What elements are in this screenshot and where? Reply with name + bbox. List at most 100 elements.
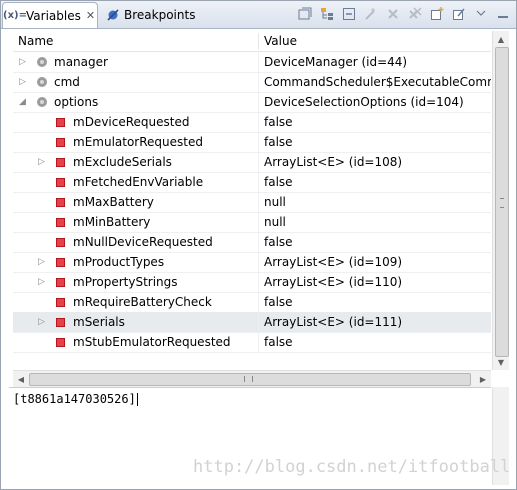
name-cell[interactable]: ▷ cmd	[13, 72, 258, 92]
table-row[interactable]: ▷ mSerials ArrayList<E> (id=111)	[13, 312, 491, 333]
name-cell[interactable]: ▷ mSerials	[13, 312, 258, 332]
table-row[interactable]: mRequireBatteryCheck false	[13, 292, 491, 313]
edit-variable-icon[interactable]	[450, 5, 468, 23]
table-row[interactable]: ▷ manager DeviceManager (id=44)	[13, 52, 491, 73]
close-icon[interactable]: ✕	[86, 9, 95, 22]
variable-value[interactable]: false	[264, 292, 293, 312]
variable-name: mPropertyStrings	[73, 275, 178, 289]
column-divider[interactable]	[258, 33, 259, 49]
private-field-icon	[56, 318, 65, 327]
remove-icon[interactable]	[384, 5, 402, 23]
variable-value[interactable]: false	[264, 332, 293, 352]
table-row[interactable]: mMinBattery null	[13, 212, 491, 233]
variables-icon: (x)=	[3, 10, 27, 21]
private-field-icon	[56, 338, 65, 347]
name-cell[interactable]: mStubEmulatorRequested	[13, 332, 258, 352]
name-cell[interactable]: ▷ mProductTypes	[13, 252, 258, 272]
private-field-icon	[56, 118, 65, 127]
variable-value[interactable]: DeviceSelectionOptions (id=104)	[264, 92, 464, 112]
variable-value[interactable]: ArrayList<E> (id=110)	[264, 272, 402, 292]
name-cell[interactable]: mDeviceRequested	[13, 112, 258, 132]
detail-value-text[interactable]: [t8861a147030526]	[13, 392, 138, 406]
variable-value[interactable]: DeviceManager (id=44)	[264, 52, 407, 72]
tab-breakpoints[interactable]: Breakpoints	[101, 2, 211, 27]
table-row[interactable]: mNullDeviceRequested false	[13, 232, 491, 253]
variable-value[interactable]: null	[264, 212, 286, 232]
variable-name: mMinBattery	[73, 215, 151, 229]
table-row[interactable]: mStubEmulatorRequested false	[13, 332, 491, 353]
private-field-icon	[56, 158, 65, 167]
minimize-icon[interactable]	[494, 5, 512, 23]
variable-value[interactable]: ArrayList<E> (id=108)	[264, 152, 402, 172]
variable-name: mNullDeviceRequested	[73, 235, 213, 249]
variable-name: manager	[54, 55, 108, 69]
variable-name: mFetchedEnvVariable	[73, 175, 204, 189]
collapse-icon[interactable]: ◢	[19, 96, 29, 108]
new-variable-icon[interactable]	[428, 5, 446, 23]
horizontal-scrollbar[interactable]: ◀ ▶	[13, 370, 491, 387]
variable-value[interactable]: ArrayList<E> (id=109)	[264, 252, 402, 272]
show-type-names-icon[interactable]	[296, 5, 314, 23]
show-logical-structure-icon[interactable]	[318, 5, 336, 23]
tab-bar: (x)= Variables ✕ Breakpoints	[1, 1, 516, 29]
scroll-thumb[interactable]	[495, 47, 509, 357]
table-row[interactable]: mFetchedEnvVariable false	[13, 172, 491, 193]
variable-name: options	[54, 95, 99, 109]
name-cell[interactable]: mEmulatorRequested	[13, 132, 258, 152]
name-cell[interactable]: mNullDeviceRequested	[13, 232, 258, 252]
field-dot-icon	[37, 57, 47, 67]
scroll-up-icon[interactable]: ▲	[493, 31, 509, 47]
name-cell[interactable]: ▷ mExcludeSerials	[13, 152, 258, 172]
collapse-all-icon[interactable]	[340, 5, 358, 23]
variable-value[interactable]: false	[264, 232, 293, 252]
variable-name: mExcludeSerials	[73, 155, 172, 169]
variable-value[interactable]: CommandScheduler$ExecutableComma	[264, 72, 491, 92]
name-cell[interactable]: ▷ manager	[13, 52, 258, 72]
name-cell[interactable]: ◢ options	[13, 92, 258, 112]
variable-value[interactable]: false	[264, 132, 293, 152]
name-cell[interactable]: mMaxBattery	[13, 192, 258, 212]
name-cell[interactable]: mFetchedEnvVariable	[13, 172, 258, 192]
table-row[interactable]: mEmulatorRequested false	[13, 132, 491, 153]
variable-value[interactable]: false	[264, 172, 293, 192]
variable-value[interactable]: ArrayList<E> (id=111)	[264, 312, 402, 332]
variable-value[interactable]: null	[264, 192, 286, 212]
expand-icon[interactable]: ▷	[38, 316, 48, 328]
add-watch-expression-icon[interactable]	[362, 5, 380, 23]
variable-value[interactable]: false	[264, 112, 293, 132]
variable-name: mMaxBattery	[73, 195, 154, 209]
private-field-icon	[56, 218, 65, 227]
private-field-icon	[56, 298, 65, 307]
variable-name: mEmulatorRequested	[73, 135, 203, 149]
table-row[interactable]: mMaxBattery null	[13, 192, 491, 213]
name-cell[interactable]: ▷ mPropertyStrings	[13, 272, 258, 292]
expand-icon[interactable]: ▷	[19, 76, 29, 88]
field-dot-icon	[37, 77, 47, 87]
expand-icon[interactable]: ▷	[38, 256, 48, 268]
name-cell[interactable]: mMinBattery	[13, 212, 258, 232]
field-dot-icon	[37, 97, 47, 107]
expand-icon[interactable]: ▷	[38, 276, 48, 288]
variable-name: cmd	[54, 75, 80, 89]
expand-icon[interactable]: ▷	[19, 56, 29, 68]
table-row[interactable]: ▷ cmd CommandScheduler$ExecutableComma	[13, 72, 491, 93]
scroll-thumb[interactable]	[29, 373, 471, 386]
table-row[interactable]: ▷ mPropertyStrings ArrayList<E> (id=110)	[13, 272, 491, 293]
table-row[interactable]: mDeviceRequested false	[13, 112, 491, 133]
remove-all-icon[interactable]	[406, 5, 424, 23]
tab-variables[interactable]: (x)= Variables ✕	[2, 2, 98, 28]
table-row[interactable]: ◢ options DeviceSelectionOptions (id=104)	[13, 92, 491, 113]
vertical-scrollbar[interactable]: ▲ ▼	[492, 31, 509, 370]
column-header-value[interactable]: Value	[264, 31, 297, 51]
scroll-left-icon[interactable]: ◀	[13, 371, 29, 387]
column-header-name[interactable]: Name	[18, 31, 53, 51]
variable-name: mRequireBatteryCheck	[73, 295, 212, 309]
scroll-down-icon[interactable]: ▼	[493, 354, 509, 370]
expand-icon[interactable]: ▷	[38, 156, 48, 168]
name-cell[interactable]: mRequireBatteryCheck	[13, 292, 258, 312]
table-row[interactable]: ▷ mProductTypes ArrayList<E> (id=109)	[13, 252, 491, 273]
scroll-right-icon[interactable]: ▶	[475, 371, 491, 387]
table-row[interactable]: ▷ mExcludeSerials ArrayList<E> (id=108)	[13, 152, 491, 173]
view-menu-icon[interactable]	[472, 5, 490, 23]
private-field-icon	[56, 138, 65, 147]
